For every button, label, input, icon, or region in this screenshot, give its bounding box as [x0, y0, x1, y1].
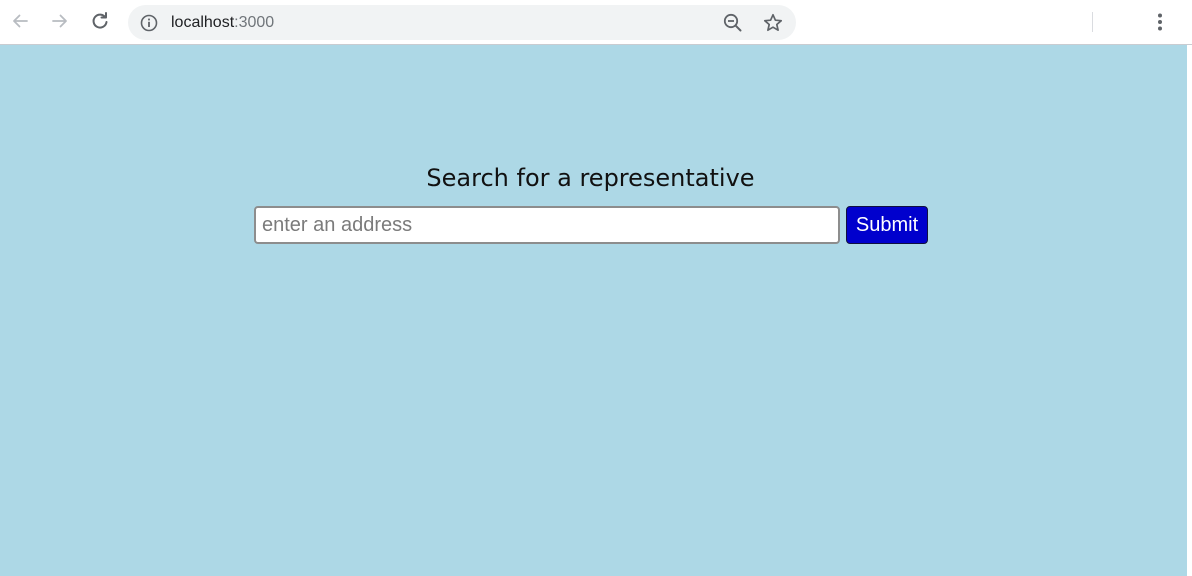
forward-button[interactable]	[46, 7, 74, 35]
star-icon[interactable]	[762, 12, 784, 34]
zoom-out-icon[interactable]	[722, 12, 744, 34]
submit-button[interactable]: Submit	[846, 206, 928, 244]
address-bar[interactable]: localhost:3000	[128, 5, 796, 40]
info-icon[interactable]	[140, 14, 158, 32]
page-title: Search for a representative	[426, 164, 755, 192]
back-button[interactable]	[6, 7, 34, 35]
toolbar-divider	[1092, 12, 1093, 32]
window-edge	[1187, 45, 1192, 576]
url-text[interactable]: localhost:3000	[171, 13, 274, 32]
kebab-menu-icon[interactable]	[1146, 9, 1174, 37]
reload-icon	[92, 12, 108, 29]
browser-toolbar: localhost:3000	[0, 0, 1192, 45]
reload-button[interactable]	[86, 7, 114, 35]
page-viewport: Search for a representative Submit	[0, 45, 1187, 576]
back-arrow-icon	[13, 14, 28, 28]
url-host: localhost	[171, 14, 235, 31]
address-search-input[interactable]	[254, 206, 840, 244]
url-port: :3000	[234, 14, 275, 31]
forward-arrow-icon	[52, 14, 67, 28]
